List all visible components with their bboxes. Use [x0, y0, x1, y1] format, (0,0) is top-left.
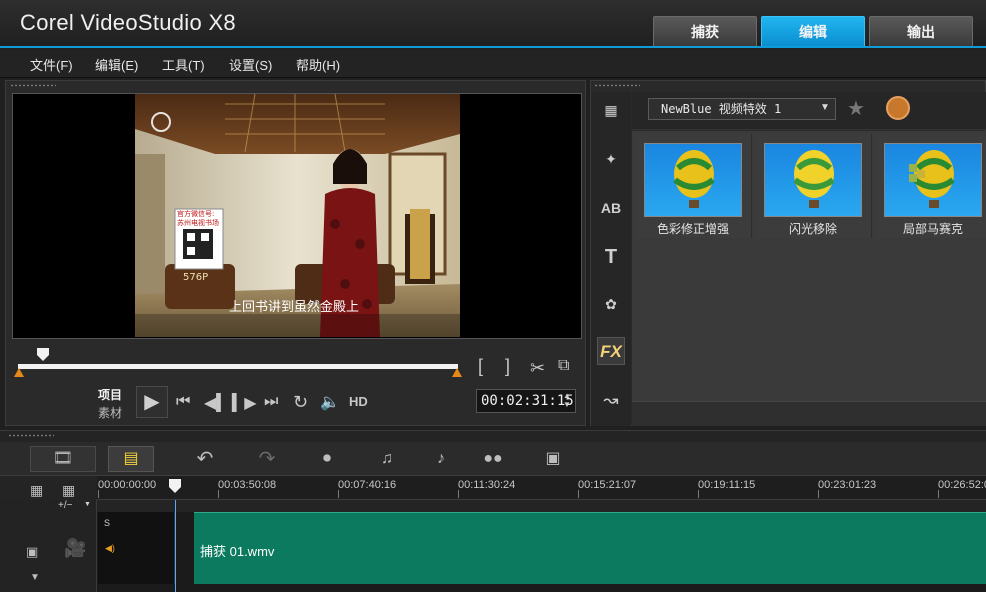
trim-start-marker[interactable]: [14, 368, 24, 377]
ruler-tick: [218, 490, 219, 498]
repeat-icon[interactable]: ↻: [293, 392, 308, 413]
app-window: Corel VideoStudio X8 捕获 编辑 输出 文件(F) 编辑(E…: [0, 0, 986, 592]
filter-fx-icon[interactable]: FX: [597, 337, 625, 365]
project-mode-label[interactable]: 项目: [98, 386, 122, 403]
ruler-tick: [338, 490, 339, 498]
ruler-label: 00:07:40:16: [338, 479, 397, 491]
library-status-bar: [632, 401, 986, 426]
ruler-tick: [458, 490, 459, 498]
play-button[interactable]: ▶: [136, 386, 168, 418]
volume-icon[interactable]: 🔈: [320, 392, 340, 412]
timecode-stepper-icon[interactable]: ▲ ▼: [563, 391, 571, 409]
timeline-clip[interactable]: [194, 512, 986, 584]
media-library-icon[interactable]: ▦: [597, 96, 625, 124]
menu-edit[interactable]: 编辑(E): [95, 55, 138, 74]
subtitle-editor-icon[interactable]: ▣: [536, 447, 570, 471]
graphic-icon[interactable]: ✿: [597, 290, 625, 318]
filter-label: 闪光移除: [788, 222, 837, 236]
clip-name: 捕获 01.wmv: [200, 544, 275, 559]
scrubber-handle[interactable]: [37, 348, 49, 361]
tab-share[interactable]: 输出: [869, 16, 973, 46]
clip-audio-icon: ◀): [105, 543, 115, 553]
hd-preview-button[interactable]: HD: [349, 394, 368, 409]
ruler-label: 00:23:01:23: [818, 479, 877, 491]
filter-category-select[interactable]: NewBlue 视频特效 1: [648, 98, 836, 120]
enlarge-preview-icon[interactable]: ⧉: [558, 357, 569, 375]
ruler-label: 00:00:00:00: [98, 479, 157, 491]
menu-help[interactable]: 帮助(H): [296, 55, 340, 74]
menu-settings[interactable]: 设置(S): [229, 55, 272, 74]
ruler-label: 00:15:21:07: [578, 479, 637, 491]
player-panel-grip[interactable]: [10, 84, 56, 87]
trim-end-marker[interactable]: [452, 368, 462, 377]
ruler-label: 00:03:50:08: [218, 479, 277, 491]
ruler-tick: [698, 490, 699, 498]
next-frame-icon[interactable]: ▍▶: [232, 393, 257, 413]
options-icon[interactable]: [886, 96, 910, 120]
video-overlay-channel: 苏州电视书场: [177, 218, 219, 227]
library-panel-grip[interactable]: [594, 84, 640, 87]
app-title: Corel VideoStudio X8: [20, 10, 236, 35]
video-overlay-number: 576P: [183, 272, 208, 283]
video-subtitle: 上回书讲到虽然金殿上: [229, 299, 359, 315]
add-track-dropdown-icon[interactable]: ▼: [84, 501, 91, 508]
video-overlay-wechat: 官方微信号:: [177, 209, 214, 218]
ruler-label: 00:26:52:0: [938, 479, 986, 491]
previous-frame-icon[interactable]: ◀▍: [204, 393, 229, 413]
ruler-tick: [818, 490, 819, 498]
timeline-view-icon: ▤: [123, 450, 139, 467]
menu-tools[interactable]: 工具(T): [162, 55, 205, 74]
title-icon[interactable]: T: [597, 243, 625, 271]
clip-mode-label[interactable]: 素材: [98, 404, 122, 421]
auto-music-icon[interactable]: ♪: [424, 447, 458, 471]
redo-icon[interactable]: ↷: [250, 447, 284, 471]
instant-project-icon[interactable]: ✦: [597, 145, 625, 173]
path-icon[interactable]: ↝: [597, 386, 625, 414]
menu-file[interactable]: 文件(F): [30, 55, 73, 74]
chevron-down-icon[interactable]: ▼: [820, 102, 830, 113]
tab-edit[interactable]: 编辑: [761, 16, 865, 46]
timecode-field[interactable]: 00:02:31:15: [476, 389, 576, 413]
ruler-tick: [578, 490, 579, 498]
end-icon[interactable]: ⏭: [264, 393, 278, 411]
filter-label: 色彩修正增强: [656, 222, 729, 236]
record-capture-icon[interactable]: ⏺: [310, 447, 344, 471]
playhead-handle[interactable]: [169, 479, 181, 493]
ruler-label: 00:11:30:24: [458, 479, 516, 491]
mark-in-button[interactable]: [: [478, 356, 483, 377]
mark-out-button[interactable]: ]: [505, 356, 510, 377]
clip-logo-icon: S: [104, 518, 111, 528]
sound-mixer-icon[interactable]: ♫: [370, 447, 404, 471]
track-manager-icon[interactable]: ▦: [30, 482, 43, 499]
scrub-bar[interactable]: [18, 364, 458, 369]
undo-icon[interactable]: ↶: [188, 447, 222, 471]
ruler-label: 00:19:11:15: [698, 479, 756, 491]
split-clip-scissors-icon[interactable]: ✂: [530, 358, 545, 379]
filter-thumbnail-color-correction[interactable]: [644, 143, 742, 217]
video-track-icon: 🎥: [64, 538, 87, 558]
video-scene-image: 官方微信号: 苏州电视书场 576P 上回书讲到虽然金殿上: [135, 94, 460, 337]
add-to-favorites-icon[interactable]: ★: [847, 96, 865, 121]
add-remove-track-button[interactable]: +/−: [58, 500, 72, 511]
ruler-tick: [938, 490, 939, 498]
chapter-icon[interactable]: ▦: [62, 482, 75, 499]
home-icon[interactable]: ⏮: [176, 393, 190, 411]
track-lock-icon[interactable]: ▣: [26, 544, 38, 560]
motion-tracking-icon[interactable]: ●●: [476, 447, 510, 471]
filter-label: 局部马赛克: [902, 222, 963, 236]
timeline-panel-grip[interactable]: [8, 434, 54, 437]
transition-icon[interactable]: AB: [597, 194, 625, 222]
title-accent-line: [0, 46, 986, 48]
video-frame: 官方微信号: 苏州电视书场 576P 上回书讲到虽然金殿上: [135, 94, 460, 337]
tab-capture[interactable]: 捕获: [653, 16, 757, 46]
playhead-line[interactable]: [175, 500, 176, 592]
filter-thumbnail-local-mosaic[interactable]: [884, 143, 982, 217]
ruler-tick: [98, 490, 99, 498]
storyboard-view-icon: 🎞: [52, 450, 74, 467]
menu-bar: [0, 50, 986, 78]
filter-thumbnail-flash-remove[interactable]: [764, 143, 862, 217]
track-expand-icon[interactable]: ▼: [30, 572, 40, 583]
